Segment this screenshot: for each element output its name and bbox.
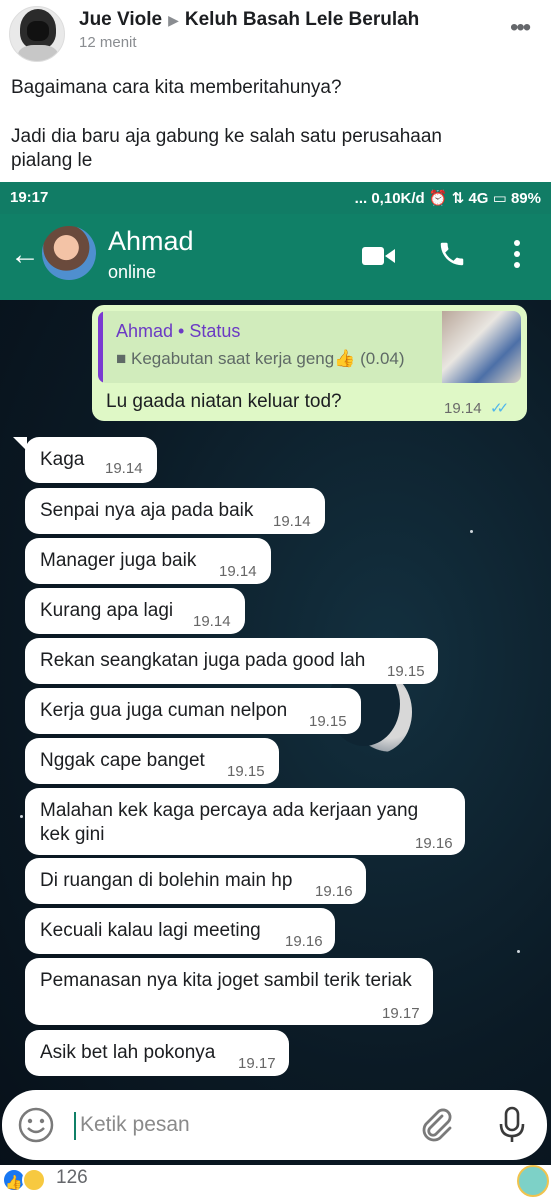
avatar-mask [27, 21, 49, 41]
author-name[interactable]: Jue Viole [79, 9, 162, 30]
contact-name[interactable]: Ahmad [108, 226, 194, 257]
message-time: 19.14 [273, 513, 311, 530]
mic-icon[interactable] [498, 1106, 526, 1144]
arrow-right-icon: ▶ [168, 12, 179, 28]
haha-reaction-icon [22, 1168, 46, 1192]
message-time: 19.14 [105, 460, 143, 477]
received-message[interactable]: Senpai nya aja pada baik 19.14 [25, 488, 325, 534]
message-input[interactable]: Ketik pesan [80, 1113, 190, 1137]
message-text: Senpai nya aja pada baik [40, 500, 254, 521]
paperclip-icon[interactable] [420, 1108, 454, 1142]
message-text: Rekan seangkatan juga pada good lah [40, 650, 366, 671]
post-text-line-2: Jadi dia baru aja gabung ke salah satu p… [11, 126, 442, 147]
message-text: Nggak cape banget [40, 750, 205, 771]
phone-icon[interactable] [437, 238, 467, 270]
sent-message[interactable]: Ahmad • Status ■ Kegabutan saat kerja ge… [92, 305, 527, 421]
whatsapp-screenshot[interactable]: 19:17 ... 0,10K/d ⏰ ⇅ 4G ▭ 89% ← Ahmad o… [0, 182, 551, 1190]
user-avatar[interactable] [517, 1165, 549, 1197]
post-text-line-3: pialang le [11, 150, 93, 171]
message-time: 19.17 [238, 1055, 276, 1072]
message-text: Pemanasan nya kita joget sambil terik te… [40, 970, 412, 991]
message-text: Malahan kek kaga percaya ada kerjaan yan… [40, 800, 419, 845]
message-time: 19.16 [315, 883, 353, 900]
message-time: 19.15 [227, 763, 265, 780]
star [517, 950, 520, 953]
sent-time: 19.14 [444, 400, 482, 417]
received-message[interactable]: Manager juga baik 19.14 [25, 538, 271, 584]
sent-text: Lu gaada niatan keluar tod? [106, 391, 342, 412]
message-text: Kecuali kalau lagi meeting [40, 920, 261, 941]
message-time: 19.15 [387, 663, 425, 680]
received-message[interactable]: Nggak cape banget 19.15 [25, 738, 279, 784]
group-name[interactable]: Keluh Basah Lele Berulah [185, 9, 419, 30]
message-input-bar[interactable]: Ketik pesan [2, 1090, 547, 1160]
quote-subtitle-text: Kegabutan saat kerja geng👍 (0.04) [131, 349, 405, 368]
message-time: 19.14 [193, 613, 231, 630]
star [470, 530, 473, 533]
status-indicators: ... 0,10K/d ⏰ ⇅ 4G ▭ 89% [354, 190, 541, 207]
message-text: Di ruangan di bolehin main hp [40, 870, 293, 891]
chat-app-bar: ← Ahmad online [0, 214, 551, 300]
message-time: 19.17 [382, 1005, 420, 1022]
status-bar: 19:17 ... 0,10K/d ⏰ ⇅ 4G ▭ 89% [0, 182, 551, 214]
quote-accent-bar [98, 311, 103, 383]
quote-title: Ahmad • Status [116, 321, 241, 341]
status-time: 19:17 [10, 189, 49, 206]
status-thumbnail [442, 311, 521, 383]
arrow-left-icon[interactable]: ← [10, 238, 40, 272]
star [20, 815, 23, 818]
post-author-line: Jue Viole ▶ Keluh Basah Lele Berulah [79, 9, 419, 31]
received-message[interactable]: Kurang apa lagi 19.14 [25, 588, 245, 634]
message-time: 19.16 [285, 933, 323, 950]
video-call-icon[interactable] [362, 244, 396, 268]
emoji-icon[interactable] [18, 1107, 54, 1143]
reactions[interactable]: 👍 [2, 1168, 52, 1192]
contact-avatar[interactable] [42, 226, 96, 280]
message-time: 19.16 [415, 835, 453, 852]
post-header: Jue Viole ▶ Keluh Basah Lele Berulah 12 me… [0, 0, 551, 62]
post-text-line-1: Bagaimana cara kita memberitahunya? [11, 77, 342, 98]
more-horizontal-icon[interactable]: ••• [510, 14, 531, 42]
video-icon: ■ [116, 349, 131, 368]
message-text: Kaga [40, 449, 85, 470]
received-message[interactable]: Pemanasan nya kita joget sambil terik te… [25, 958, 433, 1025]
received-message[interactable]: Di ruangan di bolehin main hp 19.16 [25, 858, 366, 904]
contact-status: online [108, 262, 157, 282]
post-time[interactable]: 12 menit [79, 34, 137, 51]
text-cursor [74, 1112, 76, 1140]
author-avatar[interactable] [9, 6, 65, 62]
received-message[interactable]: Kecuali kalau lagi meeting 19.16 [25, 908, 335, 954]
received-message[interactable]: Malahan kek kaga percaya ada kerjaan yan… [25, 788, 465, 855]
message-text: Kerja gua juga cuman nelpon [40, 700, 288, 721]
message-text: Asik bet lah pokonya [40, 1042, 216, 1063]
message-text: Manager juga baik [40, 550, 197, 571]
read-ticks-icon: ✓✓ [490, 400, 509, 417]
message-time: 19.15 [309, 713, 347, 730]
received-message[interactable]: Asik bet lah pokonya 19.17 [25, 1030, 289, 1076]
message-text: Kurang apa lagi [40, 600, 174, 621]
avatar-body [18, 45, 58, 61]
reaction-count[interactable]: 126 [56, 1167, 88, 1189]
quoted-status[interactable]: Ahmad • Status ■ Kegabutan saat kerja ge… [98, 311, 521, 383]
post-footer: 👍 126 [0, 1165, 551, 1200]
received-message[interactable]: Rekan seangkatan juga pada good lah 19.1… [25, 638, 438, 684]
quote-subtitle: ■ Kegabutan saat kerja geng👍 (0.04) [116, 349, 405, 369]
message-time: 19.14 [219, 563, 257, 580]
received-message[interactable]: Kaga 19.14 [25, 437, 157, 483]
more-vert-icon[interactable] [512, 239, 522, 269]
received-message[interactable]: Kerja gua juga cuman nelpon 19.15 [25, 688, 361, 734]
